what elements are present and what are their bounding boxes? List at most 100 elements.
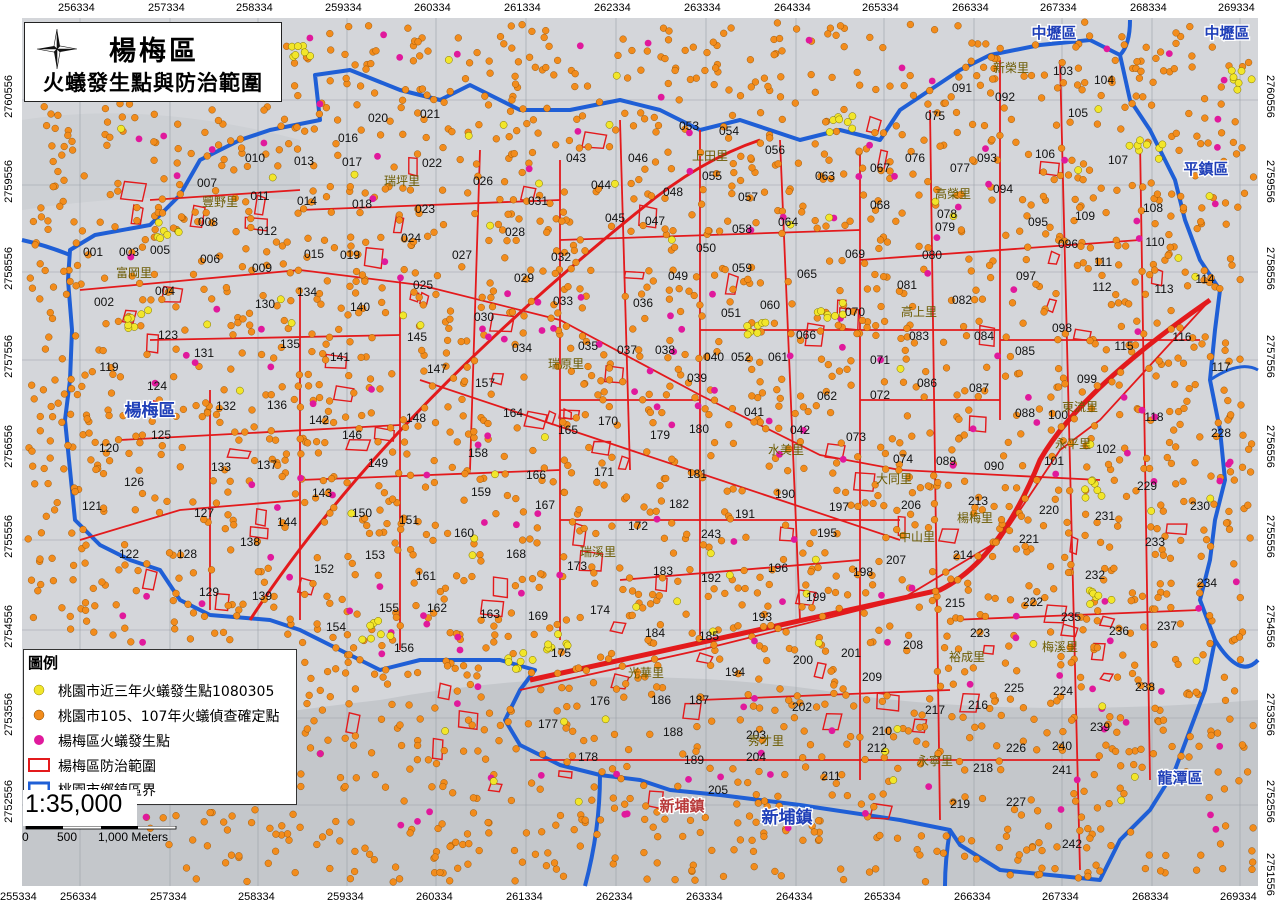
recent-point	[1142, 140, 1151, 149]
survey-point	[60, 176, 68, 184]
zone-label: 051	[721, 306, 741, 320]
survey-point	[681, 46, 689, 55]
survey-point	[879, 273, 888, 281]
survey-point	[1057, 423, 1065, 431]
survey-point	[832, 127, 841, 136]
survey-point	[924, 100, 932, 108]
survey-point	[219, 628, 228, 637]
survey-point	[1128, 589, 1137, 597]
survey-point	[250, 423, 258, 431]
scale-ratio: 1:35,000	[25, 790, 123, 818]
survey-point	[1059, 79, 1068, 87]
survey-point	[307, 674, 315, 683]
survey-point	[843, 591, 852, 599]
survey-point	[91, 438, 99, 447]
survey-point	[862, 696, 871, 704]
survey-point	[893, 834, 902, 842]
survey-point	[1076, 673, 1085, 682]
district-point	[685, 776, 692, 783]
survey-point	[1159, 716, 1168, 724]
survey-point	[1170, 426, 1178, 434]
zone-label: 123	[158, 328, 178, 342]
survey-point	[322, 340, 330, 348]
survey-point	[510, 150, 518, 158]
survey-point	[1105, 543, 1114, 551]
survey-point	[138, 431, 147, 439]
recent-point	[893, 725, 902, 733]
zone-label: 197	[829, 500, 849, 514]
survey-point	[422, 530, 431, 539]
survey-point	[114, 179, 122, 188]
district-point	[1012, 612, 1020, 620]
survey-point	[781, 770, 789, 779]
zone-label: 187	[689, 693, 709, 707]
survey-point	[1186, 23, 1194, 31]
survey-point	[1141, 290, 1150, 298]
zone-label: 163	[480, 607, 500, 621]
survey-point	[628, 46, 636, 55]
survey-point	[538, 750, 547, 758]
survey-point	[806, 741, 815, 749]
survey-point	[1090, 770, 1098, 779]
survey-point	[203, 152, 211, 160]
survey-point	[1085, 166, 1094, 174]
survey-point	[553, 707, 561, 715]
district-point	[884, 638, 891, 646]
survey-point	[401, 423, 410, 432]
survey-point	[841, 488, 850, 497]
survey-point	[1183, 282, 1192, 290]
district-point	[866, 141, 873, 149]
coord-label-bottom: 256334	[60, 891, 97, 903]
survey-point	[701, 813, 709, 822]
survey-point	[599, 396, 607, 404]
survey-point	[327, 46, 335, 54]
village-label: 豐野里	[202, 195, 238, 209]
zone-label: 041	[744, 405, 764, 419]
district-point	[779, 598, 786, 605]
zone-label: 236	[1109, 624, 1129, 638]
survey-point	[321, 439, 329, 447]
survey-point	[1122, 492, 1131, 501]
survey-point	[1007, 115, 1016, 124]
survey-point	[236, 135, 245, 143]
survey-point	[754, 799, 762, 807]
survey-point	[828, 791, 836, 799]
survey-point	[1001, 659, 1010, 667]
survey-point	[996, 44, 1004, 53]
survey-point	[830, 689, 838, 698]
survey-point	[711, 64, 720, 72]
survey-point	[226, 636, 234, 644]
survey-point	[308, 348, 316, 356]
survey-point	[1147, 101, 1156, 109]
survey-point	[371, 89, 379, 97]
recent-point	[489, 777, 498, 786]
survey-point	[1170, 65, 1178, 73]
survey-point	[572, 414, 580, 422]
survey-point	[1071, 797, 1080, 805]
survey-point	[345, 372, 353, 380]
recent-point	[123, 314, 132, 323]
survey-point	[406, 829, 414, 837]
survey-point	[1207, 472, 1215, 480]
survey-point	[64, 441, 72, 450]
survey-point	[930, 500, 939, 508]
survey-point	[588, 796, 596, 804]
district-point	[198, 600, 206, 608]
survey-point	[1073, 261, 1082, 270]
survey-point	[619, 378, 627, 386]
survey-point	[865, 868, 874, 876]
survey-point	[1057, 144, 1066, 152]
survey-point	[1167, 307, 1175, 315]
survey-point	[582, 666, 590, 675]
survey-point	[177, 213, 186, 221]
recent-point	[1029, 640, 1038, 648]
district-point	[928, 77, 936, 85]
survey-point	[1047, 426, 1055, 434]
zone-label: 045	[605, 211, 625, 225]
survey-point	[1205, 793, 1213, 802]
survey-point	[560, 188, 568, 196]
survey-point	[878, 697, 887, 706]
survey-point	[92, 465, 100, 474]
survey-point	[969, 664, 977, 672]
recent-point	[491, 470, 499, 479]
